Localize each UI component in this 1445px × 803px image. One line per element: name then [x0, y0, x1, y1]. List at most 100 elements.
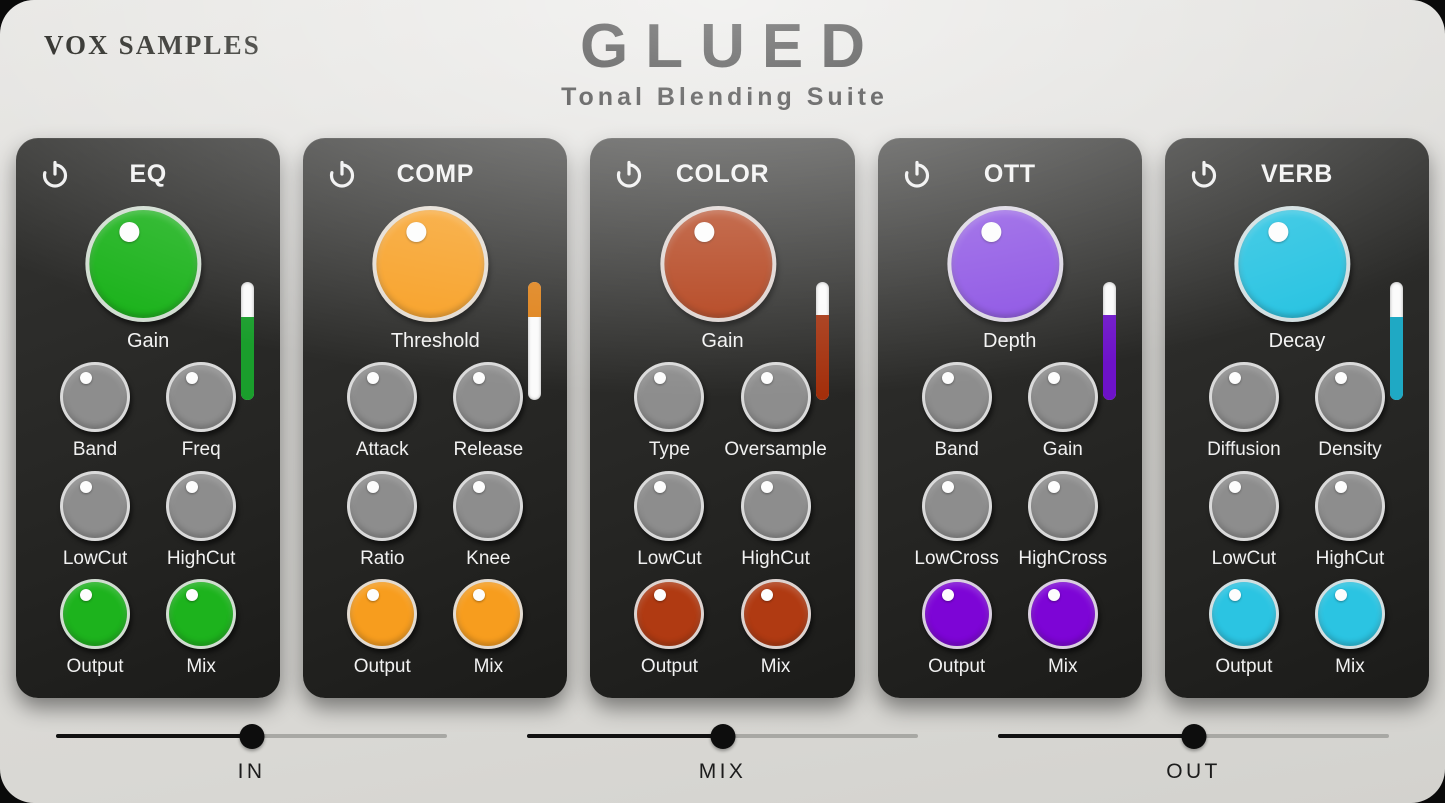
knob-indicator-dot — [80, 480, 93, 493]
knob-indicator-dot — [654, 372, 667, 384]
module-eq: EQ Gain Band Freq LowCut HighCut Output Mix — [16, 138, 281, 698]
knob-color-output[interactable] — [634, 579, 705, 650]
knob-comp-attack[interactable] — [347, 362, 418, 432]
knob-verb-output[interactable] — [1208, 579, 1279, 650]
knob-eq-mix[interactable] — [166, 579, 237, 650]
knob-label: Diffusion — [1207, 439, 1281, 460]
main-knob-row: Decay — [1165, 206, 1429, 400]
slider-out[interactable] — [998, 721, 1389, 751]
knob-ott-lowcross[interactable] — [921, 470, 992, 541]
module-comp: COMP Threshold Attack Release Ratio Knee Outpu… — [303, 138, 568, 698]
main-knob-row: Gain — [590, 206, 854, 400]
knob-indicator-dot — [1047, 372, 1060, 384]
page-title: GLUED — [580, 12, 882, 81]
knob-ott-gain[interactable] — [1027, 362, 1098, 432]
knob-comp-mix[interactable] — [453, 579, 524, 650]
knob-cell-color-mix: Mix — [723, 577, 829, 686]
knob-label: HighCut — [166, 547, 236, 569]
knob-label: LowCut — [62, 547, 128, 569]
knob-cell-comp-attack: Attack — [329, 360, 435, 469]
knob-indicator-dot — [406, 222, 427, 242]
knob-ott-band[interactable] — [921, 362, 992, 432]
knob-label: Attack — [355, 439, 409, 460]
knob-grid: Band Freq LowCut HighCut Output Mix — [16, 360, 280, 686]
knob-label: Release — [453, 439, 524, 460]
knob-color-highcut[interactable] — [740, 470, 811, 541]
knob-verb-mix[interactable] — [1314, 579, 1385, 650]
main-knob-row: Depth — [878, 206, 1142, 400]
knob-verb-lowcut[interactable] — [1208, 470, 1279, 541]
knob-cell-ott-highcross: HighCross — [1010, 469, 1116, 578]
knob-comp-release[interactable] — [453, 362, 524, 432]
main-knob-row: Threshold — [303, 206, 567, 400]
knob-cell-eq-output: Output — [42, 577, 148, 686]
knob-eq-main[interactable] — [85, 206, 202, 322]
knob-indicator-dot — [1334, 589, 1347, 602]
module-title: OTT — [983, 160, 1036, 188]
knob-ott-main[interactable] — [947, 206, 1064, 322]
knob-indicator-dot — [367, 480, 380, 493]
page-subtitle: Tonal Blending Suite — [561, 83, 888, 112]
knob-verb-diffusion[interactable] — [1208, 362, 1279, 432]
knob-eq-freq[interactable] — [166, 362, 237, 432]
slider-thumb[interactable] — [1181, 724, 1206, 749]
knob-indicator-dot — [1268, 222, 1289, 242]
knob-comp-main[interactable] — [372, 206, 489, 322]
slider-thumb[interactable] — [239, 724, 264, 749]
slider-in[interactable] — [56, 721, 447, 751]
knob-cell-ott-output: Output — [904, 577, 1010, 686]
main-knob-holder — [1234, 206, 1351, 322]
slider-label: MIX — [698, 760, 747, 783]
knob-cell-comp-mix: Mix — [435, 577, 541, 686]
knob-indicator-dot — [760, 480, 773, 493]
knob-indicator-dot — [1228, 589, 1241, 602]
slider-group-out: OUT — [958, 712, 1429, 796]
header: VOX SAMPLES GLUED Tonal Blending Suite — [0, 0, 1445, 132]
module-color: COLOR Gain Type Oversample LowCut HighCut Outp… — [590, 138, 855, 698]
knob-comp-knee[interactable] — [453, 470, 524, 541]
main-knob-holder — [372, 206, 489, 322]
knob-eq-band[interactable] — [60, 362, 131, 432]
module-verb: VERB Decay Diffusion Density LowCut HighCut Ou… — [1164, 138, 1430, 698]
knob-cell-verb-diffusion: Diffusion — [1191, 360, 1297, 469]
knob-label: Oversample — [724, 439, 827, 460]
knob-color-main[interactable] — [659, 206, 776, 322]
knob-indicator-dot — [1228, 480, 1241, 493]
knob-indicator-dot — [1047, 589, 1060, 602]
knob-label: HighCut — [1315, 547, 1385, 569]
module-title: COMP — [396, 160, 474, 188]
knob-label: Band — [72, 439, 118, 460]
knob-label: HighCross — [1018, 547, 1108, 569]
knob-label: LowCut — [1211, 547, 1277, 569]
knob-label: Mix — [473, 656, 504, 678]
knob-color-oversample[interactable] — [740, 362, 811, 432]
knob-grid: Type Oversample LowCut HighCut Output Mix — [590, 360, 854, 686]
knob-indicator-dot — [941, 480, 954, 493]
knob-indicator-dot — [473, 589, 486, 602]
knob-color-type[interactable] — [634, 362, 705, 432]
knob-ott-highcross[interactable] — [1027, 470, 1098, 541]
knob-ott-output[interactable] — [921, 579, 992, 650]
knob-indicator-dot — [186, 480, 199, 493]
knob-eq-output[interactable] — [60, 579, 131, 650]
knob-comp-ratio[interactable] — [347, 470, 418, 541]
knob-comp-output[interactable] — [347, 579, 418, 650]
slider-mix[interactable] — [527, 721, 918, 751]
knob-verb-main[interactable] — [1234, 206, 1351, 322]
knob-label: LowCross — [914, 547, 999, 569]
slider-thumb[interactable] — [710, 724, 735, 749]
knob-eq-lowcut[interactable] — [60, 470, 131, 541]
knob-verb-highcut[interactable] — [1314, 470, 1385, 541]
knob-color-mix[interactable] — [740, 579, 811, 650]
knob-cell-eq-highcut: HighCut — [148, 469, 254, 578]
knob-ott-mix[interactable] — [1027, 579, 1098, 650]
knob-cell-color-oversample: Oversample — [723, 360, 829, 469]
knob-label: Output — [928, 656, 986, 678]
knob-color-lowcut[interactable] — [634, 470, 705, 541]
slider-label: IN — [237, 760, 266, 783]
knob-eq-highcut[interactable] — [166, 470, 237, 541]
knob-label: Mix — [186, 656, 216, 678]
knob-verb-density[interactable] — [1314, 362, 1385, 432]
knob-cell-ott-mix: Mix — [1010, 577, 1116, 686]
main-knob-holder — [85, 206, 202, 322]
